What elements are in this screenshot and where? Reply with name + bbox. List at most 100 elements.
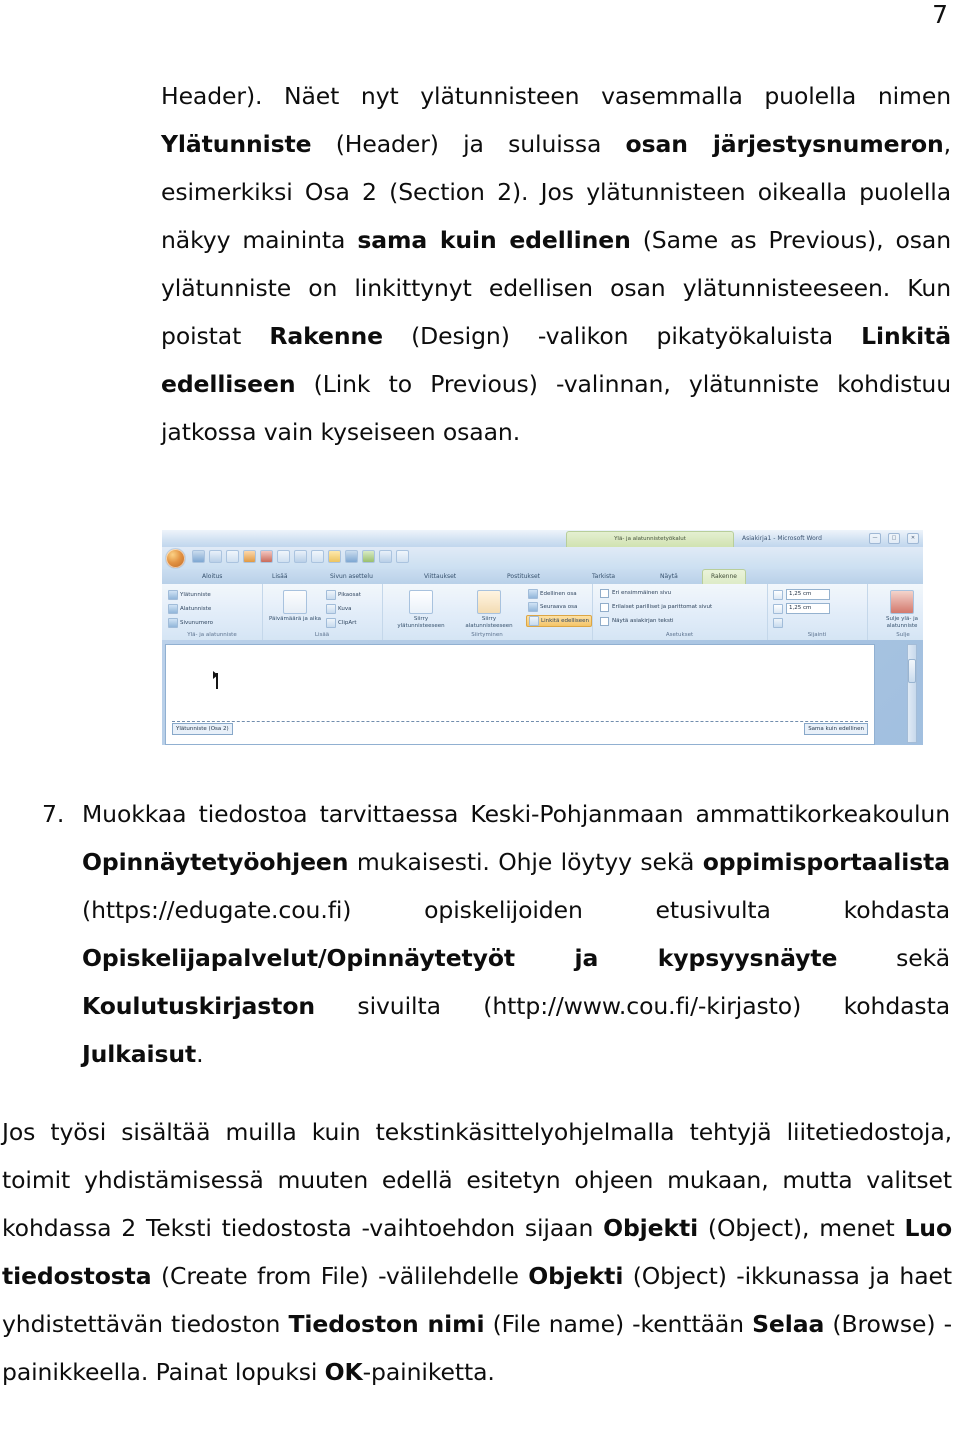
tab-postitukset[interactable]: Postitukset <box>507 569 540 584</box>
footer-icon <box>168 604 178 614</box>
zoom-icon[interactable] <box>379 550 392 563</box>
quick-access-toolbar <box>162 547 923 569</box>
button-pikaosat[interactable]: Pikaosat <box>326 590 361 600</box>
font-icon[interactable] <box>277 550 290 563</box>
undo-icon[interactable] <box>209 550 222 563</box>
page-number-icon <box>168 618 178 628</box>
checkbox-eri-ensimmainen-sivu[interactable]: Eri ensimmäinen sivu <box>600 589 671 598</box>
button-seuraava-osa[interactable]: Seuraava osa <box>528 602 577 612</box>
button-alatunniste-label: Alatunniste <box>180 605 212 612</box>
checkbox-nayta-asiakirjan-teksti[interactable]: Näytä asiakirjan teksti <box>600 617 674 626</box>
header-tag-right: Sama kuin edellinen <box>804 723 868 735</box>
text-cursor-icon <box>213 671 218 689</box>
button-sulje-yla-ja-alatunniste[interactable]: Sulje ylä- ja alatunniste <box>873 588 923 630</box>
tab-nayta[interactable]: Näytä <box>660 569 678 584</box>
tab-viittaukset[interactable]: Viittaukset <box>424 569 456 584</box>
tab-lisaa[interactable]: Lisää <box>272 569 288 584</box>
office-button-icon[interactable] <box>165 548 186 569</box>
clipart-icon <box>326 618 336 628</box>
page-number: 7 <box>932 0 948 29</box>
emphasis-text: Julkaisut <box>82 1040 197 1068</box>
highlight-icon[interactable] <box>328 550 341 563</box>
emphasis-text: Tiedoston nimi <box>288 1310 485 1338</box>
plain-text: (Header) ja suluissa <box>311 130 626 158</box>
spinner-footer-from-bottom[interactable]: 1,25 cm <box>773 603 830 614</box>
button-alatunniste[interactable]: Alatunniste <box>168 604 211 614</box>
plain-text: (https://edugate.cou.fi) opiskelijoiden … <box>82 896 950 924</box>
button-edellinen-osa-label: Edellinen osa <box>540 590 577 597</box>
emphasis-text: osan järjestysnumeron <box>625 130 944 158</box>
button-siirry-alatunnisteeseen-label: Siirry alatunnisteeseen <box>465 616 513 629</box>
checkbox-eri-ensimmainen-sivu-label: Eri ensimmäinen sivu <box>612 590 672 596</box>
header-tag-left: Ylätunniste (Osa 2) <box>172 723 233 735</box>
tab-rakenne[interactable]: Rakenne <box>702 569 746 584</box>
checkbox-icon <box>600 589 609 598</box>
button-sivunumero-label: Sivunumero <box>180 619 213 626</box>
emphasis-text: Opiskelijapalvelut/Opinnäytetyöt ja kyps… <box>82 944 838 972</box>
button-linkita-edelliseen[interactable]: Linkitä edelliseen <box>526 615 593 627</box>
redo-icon[interactable] <box>226 550 239 563</box>
button-clipart[interactable]: ClipArt <box>326 618 357 628</box>
button-pikaosat-label: Pikaosat <box>338 591 361 598</box>
spinner-header-value[interactable]: 1,25 cm <box>786 589 830 600</box>
customize-qat-icon[interactable] <box>396 550 409 563</box>
plain-text: sekä <box>837 944 950 972</box>
tab-tarkista[interactable]: Tarkista <box>592 569 615 584</box>
contextual-tab-label: Ylä- ja alatunnistetyökalut <box>566 531 734 547</box>
spelling-icon[interactable] <box>362 550 375 563</box>
emphasis-text: Objekti <box>528 1262 624 1290</box>
header-boundary-line <box>172 721 868 722</box>
button-siirry-alatunnisteeseen[interactable]: Siirry alatunnisteeseen <box>460 588 518 630</box>
emphasis-text: oppimisportaalista <box>702 848 950 876</box>
tab-sivun-asettelu[interactable]: Sivun asettelu <box>330 569 373 584</box>
previous-section-icon <box>528 589 538 599</box>
maximize-icon[interactable]: □ <box>888 533 900 544</box>
button-ylatunniste[interactable]: Ylätunniste <box>168 590 211 600</box>
button-kuva-label: Kuva <box>338 605 352 612</box>
button-paivamaara-label: Päivämäärä ja aika <box>268 616 322 622</box>
plain-text: (Create from File) -välilehdelle <box>151 1262 529 1290</box>
document-page: { "page": { "number": "7", "language": "… <box>0 0 960 1430</box>
emphasis-text: Koulutuskirjaston <box>82 992 315 1020</box>
button-ylatunniste-label: Ylätunniste <box>180 591 211 598</box>
print-icon[interactable] <box>260 550 273 563</box>
checkbox-erilaiset-parilliset[interactable]: Erilaiset parilliset ja parittomat sivut <box>600 603 712 612</box>
close-icon[interactable]: ✕ <box>907 533 919 544</box>
minimize-icon[interactable]: — <box>869 533 881 544</box>
ribbon-group-navigation: Siirry ylätunnisteeseen Siirry alatunnis… <box>382 584 593 640</box>
button-siirry-ylatunnisteeseen[interactable]: Siirry ylätunnisteeseen <box>392 588 450 630</box>
word-screenshot-figure: Ylä- ja alatunnistetyökalut Asiakirja1 -… <box>162 530 923 745</box>
scrollbar-thumb[interactable] <box>908 659 916 683</box>
plain-text: . <box>196 1040 204 1068</box>
paste-icon[interactable] <box>294 550 307 563</box>
open-icon[interactable] <box>243 550 256 563</box>
ribbon-panel: Ylätunniste Alatunniste Sivunumero Ylä- … <box>162 584 923 641</box>
list-item: 7. Muokkaa tiedostoa tarvittaessa Keski-… <box>42 790 950 1078</box>
ribbon-group-close: Sulje ylä- ja alatunniste Sulje <box>867 584 923 640</box>
window-controls: — □ ✕ <box>869 533 919 544</box>
button-paivamaara-ja-aika[interactable]: Päivämäärä ja aika <box>266 588 324 623</box>
list-item-text: Muokkaa tiedostoa tarvittaessa Keski-Poh… <box>82 790 950 1078</box>
button-kuva[interactable]: Kuva <box>326 604 351 614</box>
word-title-bar: Ylä- ja alatunnistetyökalut Asiakirja1 -… <box>162 530 923 548</box>
emphasis-text: Opinnäytetyöohjeen <box>82 848 349 876</box>
group-label-close: Sulje <box>896 632 910 638</box>
plain-text: (Object), menet <box>698 1214 905 1242</box>
button-lisaa-tasaus-sarkain[interactable] <box>773 618 783 628</box>
button-edellinen-osa[interactable]: Edellinen osa <box>528 589 577 599</box>
tab-aloitus[interactable]: Aloitus <box>202 569 222 584</box>
emphasis-text: sama kuin edellinen <box>357 226 631 254</box>
link-to-previous-icon <box>529 616 539 626</box>
plain-text: (Design) -valikon pikatyökaluista <box>382 322 862 350</box>
spinner-header-from-top[interactable]: 1,25 cm <box>773 589 830 600</box>
spinner-footer-value[interactable]: 1,25 cm <box>786 603 830 614</box>
header-distance-icon <box>773 589 783 600</box>
picture-icon[interactable] <box>345 550 358 563</box>
plain-text: Header). Näet nyt ylätunnisteen vasemmal… <box>161 82 951 110</box>
save-icon[interactable] <box>192 550 205 563</box>
vertical-scrollbar[interactable] <box>907 644 917 743</box>
table-icon[interactable] <box>311 550 324 563</box>
document-page-preview[interactable]: Ylätunniste (Osa 2) Sama kuin edellinen <box>165 644 875 745</box>
button-sivunumero[interactable]: Sivunumero <box>168 618 213 628</box>
emphasis-text: Ylätunniste <box>161 130 312 158</box>
